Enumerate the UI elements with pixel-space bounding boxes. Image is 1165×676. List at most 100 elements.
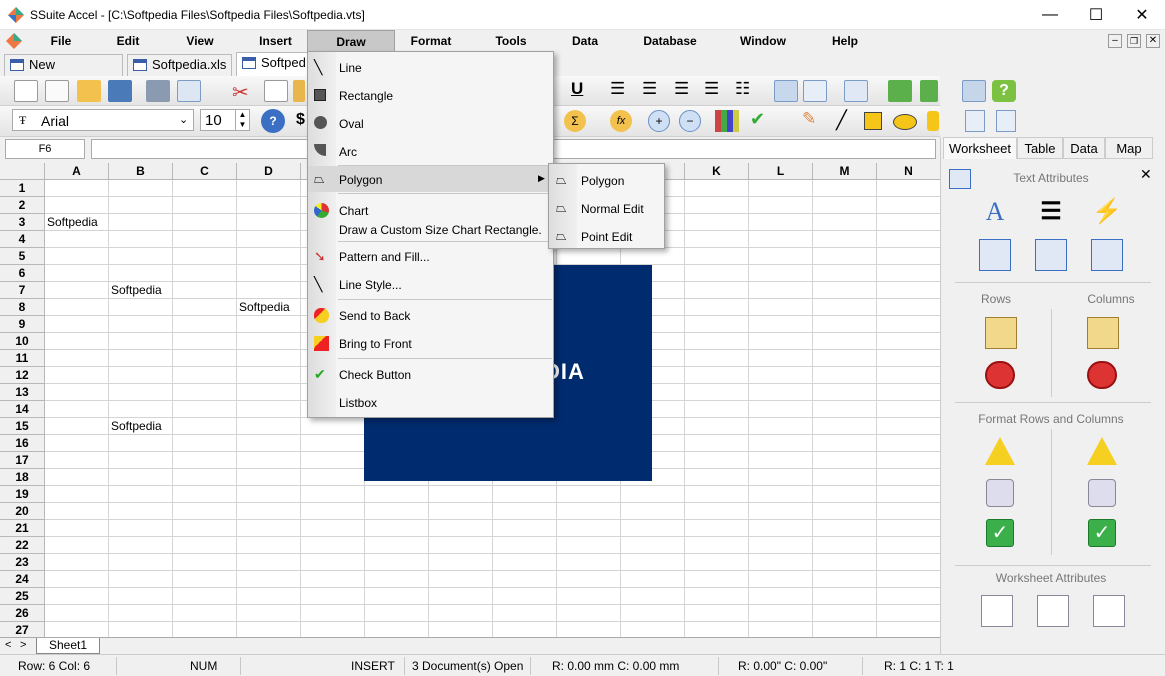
row-header-24[interactable]: 24 bbox=[0, 571, 45, 588]
rectangle-icon[interactable] bbox=[864, 112, 882, 130]
cut-icon[interactable]: ✂ bbox=[232, 80, 249, 105]
submenu-item-point-edit[interactable]: ⏢ Point Edit bbox=[549, 222, 664, 250]
zoom-out-icon[interactable]: − bbox=[679, 110, 701, 132]
close-button[interactable]: ✕ bbox=[1119, 0, 1165, 30]
copy-doc-icon[interactable] bbox=[45, 80, 69, 102]
column-header-m[interactable]: M bbox=[813, 163, 877, 180]
print-preview-icon[interactable] bbox=[177, 80, 201, 102]
send-up-icon[interactable] bbox=[965, 110, 985, 132]
add-worksheet-icon[interactable] bbox=[981, 595, 1013, 627]
row-header-19[interactable]: 19 bbox=[0, 486, 45, 503]
menu-item-bring-to-front[interactable]: Bring to Front bbox=[308, 330, 553, 356]
spin-arrows-icon[interactable]: ▲ ▼ bbox=[235, 110, 249, 130]
paste-icon[interactable] bbox=[293, 80, 305, 102]
column-header-l[interactable]: L bbox=[749, 163, 813, 180]
autosum-icon[interactable]: Σ bbox=[564, 110, 586, 132]
maximize-button[interactable]: ☐ bbox=[1073, 0, 1119, 30]
menu-database[interactable]: Database bbox=[638, 30, 702, 52]
tab-softpedia-xls[interactable]: Softpedia.xls bbox=[127, 54, 232, 76]
polygon-icon[interactable] bbox=[927, 111, 939, 131]
mdi-close-button[interactable]: ✕ bbox=[1146, 34, 1160, 48]
oval-icon[interactable] bbox=[893, 114, 917, 130]
tab-new-workbook[interactable]: New Workbook bbox=[4, 54, 123, 92]
row-header-27[interactable]: 27 bbox=[0, 622, 45, 637]
cell-b15[interactable]: Softpedia bbox=[109, 418, 162, 435]
justify-icon[interactable]: ☰ bbox=[704, 79, 719, 99]
column-header-d[interactable]: D bbox=[237, 163, 301, 180]
pencil-icon[interactable]: ✎ bbox=[802, 109, 816, 129]
cell-reference-box[interactable]: F6 bbox=[5, 139, 85, 159]
submenu-item-normal-edit[interactable]: ⏢ Normal Edit bbox=[549, 194, 664, 222]
row-header-12[interactable]: 12 bbox=[0, 367, 45, 384]
row-header-4[interactable]: 4 bbox=[0, 231, 45, 248]
new-icon[interactable] bbox=[14, 80, 38, 102]
row-header-14[interactable]: 14 bbox=[0, 401, 45, 418]
row-header-20[interactable]: 20 bbox=[0, 503, 45, 520]
cell-b7[interactable]: Softpedia bbox=[109, 282, 162, 299]
move-cells-icon[interactable] bbox=[1035, 239, 1067, 271]
row-header-5[interactable]: 5 bbox=[0, 248, 45, 265]
menu-item-chart[interactable]: Chart Draw a Custom Size Chart Rectangle… bbox=[308, 197, 553, 239]
row-header-8[interactable]: 8 bbox=[0, 299, 45, 316]
menu-help[interactable]: Help bbox=[824, 30, 866, 52]
row-header-17[interactable]: 17 bbox=[0, 452, 45, 469]
column-header-c[interactable]: C bbox=[173, 163, 237, 180]
underline-icon[interactable]: U bbox=[571, 79, 583, 99]
panel-tab-map[interactable]: Map bbox=[1105, 137, 1153, 159]
align-right-icon[interactable]: ☰ bbox=[674, 79, 689, 99]
column-header-b[interactable]: B bbox=[109, 163, 173, 180]
row-header-2[interactable]: 2 bbox=[0, 197, 45, 214]
help-circle-icon[interactable]: ? bbox=[261, 109, 285, 133]
mdi-minimize-button[interactable]: – bbox=[1108, 34, 1122, 48]
row-header-22[interactable]: 22 bbox=[0, 537, 45, 554]
remove-worksheet-icon[interactable] bbox=[1037, 595, 1069, 627]
row-header-10[interactable]: 10 bbox=[0, 333, 45, 350]
menu-item-line-style[interactable]: ╲ Line Style... bbox=[308, 271, 553, 297]
menu-item-listbox[interactable]: Listbox bbox=[308, 389, 553, 415]
panel-tab-data[interactable]: Data bbox=[1063, 137, 1105, 159]
select-all-corner[interactable] bbox=[0, 163, 45, 180]
align-center-icon[interactable]: ☰ bbox=[642, 79, 657, 99]
menu-item-pattern-fill[interactable]: ➘ Pattern and Fill... bbox=[308, 243, 553, 269]
minimize-button[interactable]: — bbox=[1027, 0, 1073, 30]
column-header-a[interactable]: A bbox=[45, 163, 109, 180]
row-header-11[interactable]: 11 bbox=[0, 350, 45, 367]
align-left-icon[interactable]: ☰ bbox=[610, 79, 625, 99]
row-header-18[interactable]: 18 bbox=[0, 469, 45, 486]
tab-softpedia-vts[interactable]: Softped bbox=[236, 52, 311, 76]
row-header-3[interactable]: 3 bbox=[0, 214, 45, 231]
help-icon[interactable]: ? bbox=[992, 80, 1016, 102]
row-header-16[interactable]: 16 bbox=[0, 435, 45, 452]
merge-icon[interactable]: ☷ bbox=[735, 79, 750, 99]
menu-item-polygon[interactable]: ⏢ Polygon ▶ bbox=[308, 166, 553, 192]
menu-item-check-button[interactable]: ✔ Check Button bbox=[308, 361, 553, 387]
menu-edit[interactable]: Edit bbox=[103, 30, 153, 52]
send-right-icon[interactable] bbox=[996, 110, 1016, 132]
copy-icon[interactable] bbox=[264, 80, 288, 102]
increase-column-width-icon[interactable] bbox=[1087, 437, 1117, 465]
delete-column-icon[interactable] bbox=[1087, 361, 1117, 389]
row-header-1[interactable]: 1 bbox=[0, 180, 45, 197]
panel-close-button[interactable]: ✕ bbox=[1140, 166, 1152, 183]
menu-item-send-to-back[interactable]: Send to Back bbox=[308, 302, 553, 328]
apply-row-format-icon[interactable]: ✓ bbox=[986, 519, 1014, 547]
cell-d8[interactable]: Softpedia bbox=[237, 299, 290, 316]
row-header-26[interactable]: 26 bbox=[0, 605, 45, 622]
text-format-icon[interactable]: A bbox=[979, 197, 1011, 229]
window-icon[interactable] bbox=[774, 80, 798, 102]
text-align-icon[interactable]: ☰ bbox=[1035, 197, 1067, 229]
function-icon[interactable]: fx bbox=[610, 110, 632, 132]
cell-a3[interactable]: Softpedia bbox=[45, 214, 98, 231]
menu-view[interactable]: View bbox=[175, 30, 225, 52]
text-effect-icon[interactable]: ⚡ bbox=[1091, 197, 1123, 229]
line-icon[interactable]: ╱ bbox=[836, 110, 847, 131]
font-size-stepper[interactable]: 10 ▲ ▼ bbox=[200, 109, 250, 131]
submenu-item-polygon[interactable]: ⏢ Polygon bbox=[549, 166, 664, 194]
currency-icon[interactable]: $ bbox=[296, 111, 305, 129]
close-doc-icon[interactable] bbox=[962, 80, 986, 102]
menu-data[interactable]: Data bbox=[561, 30, 609, 52]
font-name-select[interactable]: Ŧ Arial ⌄ bbox=[12, 109, 194, 131]
print-icon[interactable] bbox=[146, 80, 170, 102]
insert-column-icon[interactable] bbox=[1087, 317, 1119, 349]
scroll-left-icon[interactable]: < bbox=[5, 639, 11, 651]
